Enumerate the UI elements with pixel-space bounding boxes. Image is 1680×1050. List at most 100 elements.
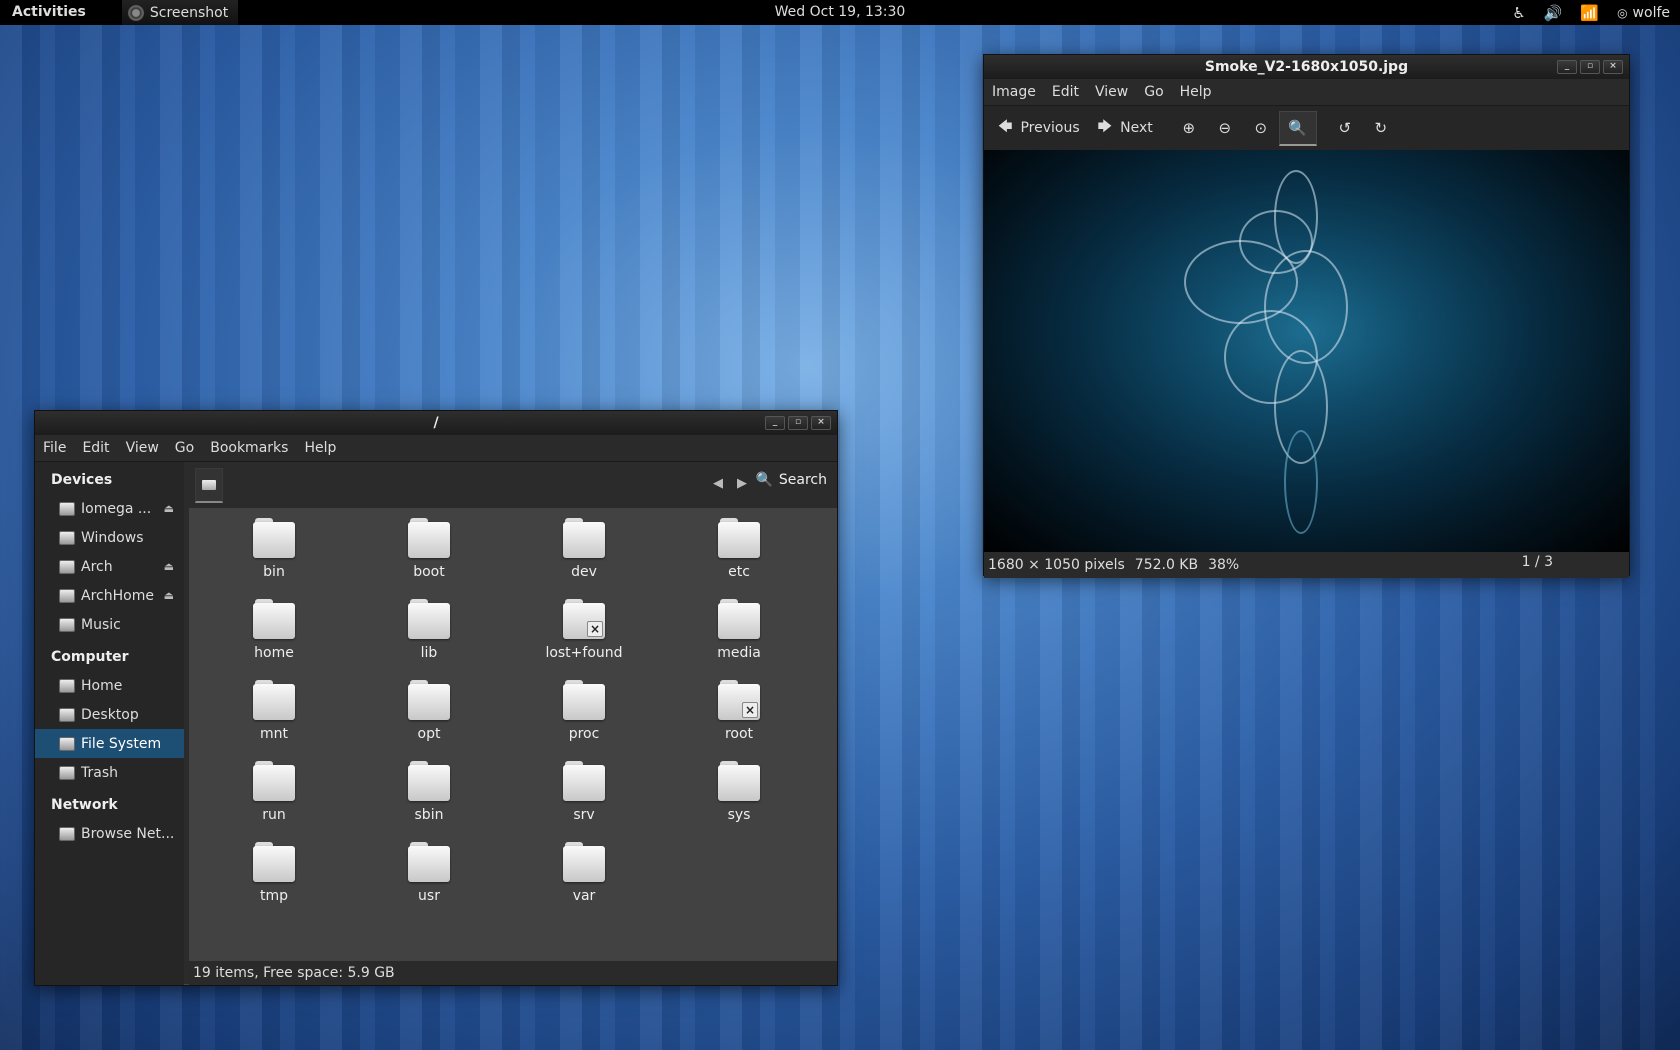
search-button[interactable]: 🔍 Search: [755, 472, 827, 488]
back-arrow-icon[interactable]: ◀: [713, 476, 723, 491]
folder-item[interactable]: × root: [684, 680, 794, 742]
image-menu-edit[interactable]: Edit: [1044, 84, 1087, 100]
folder-item[interactable]: mnt: [219, 680, 329, 742]
sidebar-item-file-system[interactable]: File System: [35, 729, 184, 758]
sidebar-item-trash[interactable]: Trash: [35, 758, 184, 787]
folder-icon: [253, 842, 295, 882]
folder-item[interactable]: sys: [684, 761, 794, 823]
folder-label: usr: [418, 888, 440, 904]
eject-icon[interactable]: ⏏: [164, 589, 174, 602]
sidebar-item-home[interactable]: Home: [35, 671, 184, 700]
file-manager-menubar: File Edit View Go Bookmarks Help: [35, 435, 837, 462]
menu-bookmarks[interactable]: Bookmarks: [202, 440, 296, 456]
sidebar-item-iomega[interactable]: Iomega ... ⏏: [35, 494, 184, 523]
image-file-size: 752.0 KB: [1134, 557, 1199, 573]
folder-icon: [718, 599, 760, 639]
sidebar-item-music[interactable]: Music: [35, 610, 184, 639]
system-tray: ♿ 🔊 📶 ◎ wolfe: [1512, 0, 1670, 25]
minimize-button[interactable]: _: [765, 416, 785, 430]
volume-icon[interactable]: 🔊: [1544, 4, 1563, 22]
status-bar: 19 items, Free space: 5.9 GB: [189, 961, 837, 985]
image-minimize-button[interactable]: _: [1557, 60, 1577, 74]
folder-icon: [253, 518, 295, 558]
folder-item[interactable]: home: [219, 599, 329, 661]
wifi-icon[interactable]: 📶: [1580, 4, 1599, 22]
folder-label: var: [572, 888, 596, 904]
app-menu[interactable]: Screenshot: [121, 0, 239, 25]
zoom-out-icon[interactable]: ⊖: [1207, 112, 1243, 144]
folder-item[interactable]: usr: [374, 842, 484, 904]
folder-icon: ×: [563, 599, 605, 639]
file-manager-titlebar[interactable]: / _ ▫ ×: [35, 411, 837, 435]
folder-icon: [253, 680, 295, 720]
folder-item[interactable]: etc: [684, 518, 794, 580]
folder-icon: [253, 599, 295, 639]
sidebar: Devices Iomega ... ⏏ Windows Arch ⏏ ArchHome ⏏…: [35, 462, 184, 985]
accessibility-icon[interactable]: ♿: [1512, 4, 1525, 22]
previous-button[interactable]: 🡄 Previous: [998, 116, 1080, 140]
folder-item[interactable]: opt: [374, 680, 484, 742]
folder-icon: [718, 518, 760, 558]
user-menu[interactable]: ◎ wolfe: [1617, 5, 1670, 21]
path-root-button[interactable]: [195, 468, 223, 503]
next-arrow-icon: 🡆: [1097, 119, 1113, 135]
eject-icon[interactable]: ⏏: [164, 502, 174, 515]
image-maximize-button[interactable]: ▫: [1580, 60, 1600, 74]
image-display[interactable]: [984, 150, 1629, 552]
image-viewer-titlebar[interactable]: Smoke_V2-1680x1050.jpg _ ▫ ×: [984, 55, 1629, 79]
folder-icon: [408, 518, 450, 558]
folder-icon: [408, 761, 450, 801]
activities-button[interactable]: Activities: [0, 0, 98, 25]
menu-edit[interactable]: Edit: [74, 440, 117, 456]
folder-item[interactable]: boot: [374, 518, 484, 580]
folder-item[interactable]: sbin: [374, 761, 484, 823]
folder-icon: [563, 518, 605, 558]
drive-icon: [59, 736, 75, 751]
clock[interactable]: Wed Oct 19, 13:30: [775, 4, 906, 20]
sidebar-item-windows[interactable]: Windows: [35, 523, 184, 552]
folder-icon: [563, 842, 605, 882]
file-manager-window: / _ ▫ × File Edit View Go Bookmarks Help Devi…: [34, 410, 838, 986]
folder-item[interactable]: dev: [529, 518, 639, 580]
folder-item[interactable]: proc: [529, 680, 639, 742]
image-menu-help[interactable]: Help: [1172, 84, 1220, 100]
zoom-fit-icon[interactable]: 🔍: [1278, 110, 1317, 146]
folder-icon: [408, 842, 450, 882]
folder-item[interactable]: bin: [219, 518, 329, 580]
eject-icon[interactable]: ⏏: [164, 560, 174, 573]
menu-file[interactable]: File: [35, 440, 74, 456]
folder-label: etc: [728, 564, 750, 580]
sidebar-item-desktop[interactable]: Desktop: [35, 700, 184, 729]
zoom-in-icon[interactable]: ⊕: [1171, 112, 1207, 144]
folder-item[interactable]: var: [529, 842, 639, 904]
rotate-right-icon[interactable]: ↻: [1363, 112, 1399, 144]
image-close-button[interactable]: ×: [1603, 60, 1623, 74]
sidebar-item-arch[interactable]: Arch ⏏: [35, 552, 184, 581]
folder-item[interactable]: srv: [529, 761, 639, 823]
image-menu-view[interactable]: View: [1087, 84, 1136, 100]
zoom-normal-icon[interactable]: ⊙: [1243, 112, 1279, 144]
next-button[interactable]: 🡆 Next: [1098, 116, 1153, 140]
folder-item[interactable]: media: [684, 599, 794, 661]
menu-help[interactable]: Help: [296, 440, 344, 456]
folder-icon: [408, 680, 450, 720]
folder-label: media: [717, 645, 761, 661]
forward-arrow-icon[interactable]: ▶: [737, 476, 747, 491]
menu-view[interactable]: View: [118, 440, 167, 456]
folder-item[interactable]: run: [219, 761, 329, 823]
network-list: Browse Net...: [35, 819, 184, 848]
maximize-button[interactable]: ▫: [788, 416, 808, 430]
rotate-left-icon[interactable]: ↺: [1327, 112, 1363, 144]
folder-item[interactable]: tmp: [219, 842, 329, 904]
folder-item[interactable]: lib: [374, 599, 484, 661]
sidebar-item-archhome[interactable]: ArchHome ⏏: [35, 581, 184, 610]
folder-item[interactable]: × lost+found: [529, 599, 639, 661]
sidebar-item-label: File System: [81, 735, 162, 752]
image-menu-image[interactable]: Image: [984, 84, 1044, 100]
menu-go[interactable]: Go: [167, 440, 202, 456]
close-button[interactable]: ×: [811, 416, 831, 430]
drive-icon: [59, 707, 75, 722]
sidebar-item-browse-net[interactable]: Browse Net...: [35, 819, 184, 848]
drive-icon: [202, 480, 216, 490]
image-menu-go[interactable]: Go: [1136, 84, 1171, 100]
